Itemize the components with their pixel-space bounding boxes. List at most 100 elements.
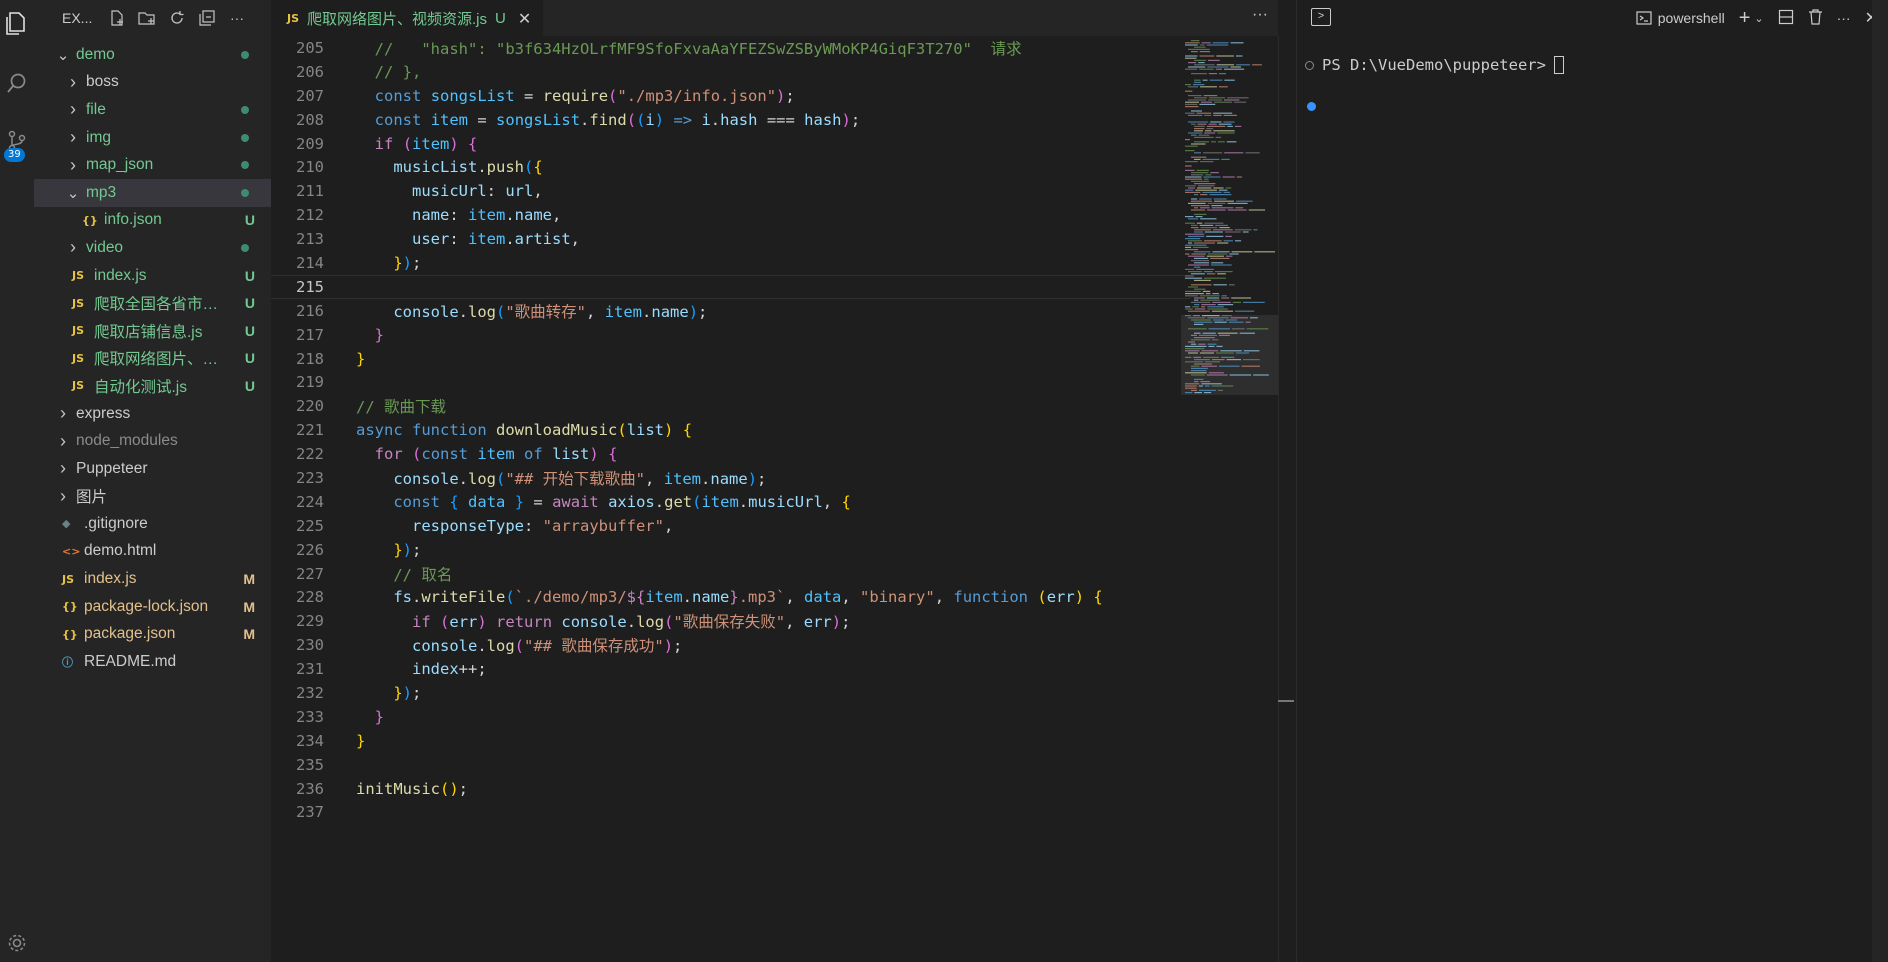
minimap-line <box>1188 114 1203 116</box>
tree-item[interactable]: › express <box>34 400 271 428</box>
minimap-line <box>1253 374 1269 376</box>
code-line[interactable]: 224 const { data } = await axios.get(ite… <box>271 490 1191 514</box>
minimap-line <box>1185 350 1200 352</box>
code-line[interactable]: 232 }); <box>271 681 1191 705</box>
code-line[interactable]: 212 name: item.name, <box>271 203 1191 227</box>
split-terminal-icon[interactable] <box>1778 9 1794 28</box>
tree-item[interactable]: › img <box>34 124 271 152</box>
tree-item[interactable]: › map_json <box>34 151 271 179</box>
minimap-line <box>1194 128 1205 130</box>
code-line[interactable]: 216 console.log("歌曲转存", item.name); <box>271 299 1191 323</box>
tree-item-label: 爬取网络图片、视... <box>94 351 229 369</box>
code-line[interactable]: 226 }); <box>271 538 1191 562</box>
minimap[interactable] <box>1181 38 1278 398</box>
code-line[interactable]: 207 const songsList = require("./mp3/inf… <box>271 84 1191 108</box>
tree-item[interactable]: › node_modules <box>34 427 271 455</box>
code-line[interactable]: 223 console.log("## 开始下载歌曲", item.name); <box>271 466 1191 490</box>
tree-item[interactable]: ⓘ README.md <box>34 648 271 676</box>
minimap-line <box>1213 130 1235 132</box>
minimap-line <box>1197 185 1215 187</box>
code-line[interactable]: 211 musicUrl: url, <box>271 179 1191 203</box>
minimap-line <box>1200 218 1217 220</box>
tab-active-file[interactable]: JS 爬取网络图片、视频资源.js U ✕ <box>271 0 544 36</box>
line-number: 227 <box>296 564 324 583</box>
tree-item[interactable]: › boss <box>34 69 271 97</box>
code-line[interactable]: 217 } <box>271 323 1191 347</box>
tree-item[interactable]: ⌄ mp3 <box>34 178 271 207</box>
code-line[interactable]: 206 // }, <box>271 60 1191 84</box>
tree-item[interactable]: ⌄ demo <box>34 41 271 69</box>
terminal-icon[interactable]: > <box>1311 8 1331 26</box>
code-line[interactable]: 229 if (err) return console.log("歌曲保存失败"… <box>271 609 1191 633</box>
more-actions-icon[interactable]: ··· <box>222 6 252 30</box>
code-line[interactable]: 222 for (const item of list) { <box>271 442 1191 466</box>
collapse-all-icon[interactable] <box>192 6 222 30</box>
minimap-line <box>1188 202 1206 204</box>
tree-item[interactable]: › file <box>34 96 271 124</box>
tree-item[interactable]: JS 爬取店铺信息.js U <box>34 317 271 345</box>
code-line[interactable]: 230 console.log("## 歌曲保存成功"); <box>271 633 1191 657</box>
tree-item[interactable]: JS 爬取全国各省市县... U <box>34 289 271 317</box>
chevron-down-icon[interactable]: ⌄ <box>1754 12 1763 25</box>
code-line[interactable]: 220 // 歌曲下载 <box>271 394 1191 418</box>
minimap-line <box>1185 42 1200 44</box>
code-line[interactable]: 209 if (item) { <box>271 132 1191 156</box>
minimap-line <box>1229 374 1252 376</box>
code-line[interactable]: 237 <box>271 801 1191 825</box>
explorer-sidebar: EX... ··· ⌄ demo › boss › file › img › map_json ⌄ m… <box>34 0 271 962</box>
editor-more-actions-icon[interactable]: ··· <box>1252 6 1268 24</box>
terminal-scrollbar[interactable] <box>1872 0 1888 962</box>
tree-item[interactable]: › Puppeteer <box>34 455 271 483</box>
code-line[interactable]: 215 <box>271 274 1191 299</box>
new-terminal-plus-icon[interactable]: + <box>1739 7 1751 30</box>
code-line[interactable]: 236 initMusic(); <box>271 777 1191 801</box>
tree-item[interactable]: <> demo.html <box>34 538 271 566</box>
chevron-right-icon: › <box>60 430 66 451</box>
minimap-line <box>1191 200 1213 202</box>
new-folder-icon[interactable] <box>132 6 162 30</box>
tree-item[interactable]: JS 自动化测试.js U <box>34 372 271 400</box>
code-line[interactable]: 227 // 取名 <box>271 562 1191 586</box>
minimap-line <box>1248 209 1266 211</box>
tree-item[interactable]: › 图片 <box>34 483 271 511</box>
tree-item[interactable]: {} package-lock.json M <box>34 593 271 621</box>
terminal-more-icon[interactable]: ··· <box>1837 10 1851 26</box>
code-line[interactable]: 205 // "hash": "b3f634HzOLrfMF9SfoFxvaAa… <box>271 36 1191 60</box>
js-file-icon: JS <box>72 379 85 393</box>
settings-gear-icon[interactable] <box>0 926 34 960</box>
minimap-line <box>1210 172 1219 174</box>
search-icon[interactable] <box>0 66 34 100</box>
new-file-icon[interactable] <box>102 6 132 30</box>
tree-item[interactable]: ◆ .gitignore <box>34 510 271 538</box>
tree-item[interactable]: JS index.js M <box>34 565 271 593</box>
tree-item[interactable]: › video <box>34 234 271 262</box>
code-line[interactable]: 213 user: item.artist, <box>271 227 1191 251</box>
code-line[interactable]: 231 index++; <box>271 657 1191 681</box>
code-line[interactable]: 210 musicList.push({ <box>271 155 1191 179</box>
code-line[interactable]: 235 <box>271 753 1191 777</box>
tree-item[interactable]: {} package.json M <box>34 620 271 648</box>
tree-item[interactable]: JS index.js U <box>34 262 271 290</box>
code-line[interactable]: 233 } <box>271 705 1191 729</box>
explorer-icon[interactable] <box>0 6 34 40</box>
code-line[interactable]: 228 fs.writeFile(`./demo/mp3/${item.name… <box>271 585 1191 609</box>
minimap-line <box>1185 268 1195 270</box>
code-area[interactable]: 205 // "hash": "b3f634HzOLrfMF9SfoFxvaAa… <box>271 36 1191 824</box>
trash-icon[interactable] <box>1808 8 1823 28</box>
code-line[interactable]: 221 async function downloadMusic(list) { <box>271 418 1191 442</box>
terminal-shell-selector[interactable]: powershell <box>1636 10 1725 26</box>
code-line[interactable]: 225 responseType: "arraybuffer", <box>271 514 1191 538</box>
code-line[interactable]: 219 <box>271 370 1191 394</box>
terminal-output[interactable]: PS D:\VueDemo\puppeteer> <box>1305 56 1564 74</box>
close-icon[interactable]: ✕ <box>518 9 531 29</box>
refresh-icon[interactable] <box>162 6 192 30</box>
git-status-badge: M <box>243 571 255 588</box>
minimap-line <box>1210 121 1222 123</box>
code-line[interactable]: 234} <box>271 729 1191 753</box>
tree-item[interactable]: JS 爬取网络图片、视... U <box>34 345 271 373</box>
code-line[interactable]: 218} <box>271 347 1191 371</box>
code-line[interactable]: 208 const item = songsList.find((i) => i… <box>271 108 1191 132</box>
editor-scrollbar[interactable] <box>1278 36 1292 962</box>
tree-item[interactable]: {} info.json U <box>34 207 271 235</box>
code-line[interactable]: 214 }); <box>271 251 1191 275</box>
